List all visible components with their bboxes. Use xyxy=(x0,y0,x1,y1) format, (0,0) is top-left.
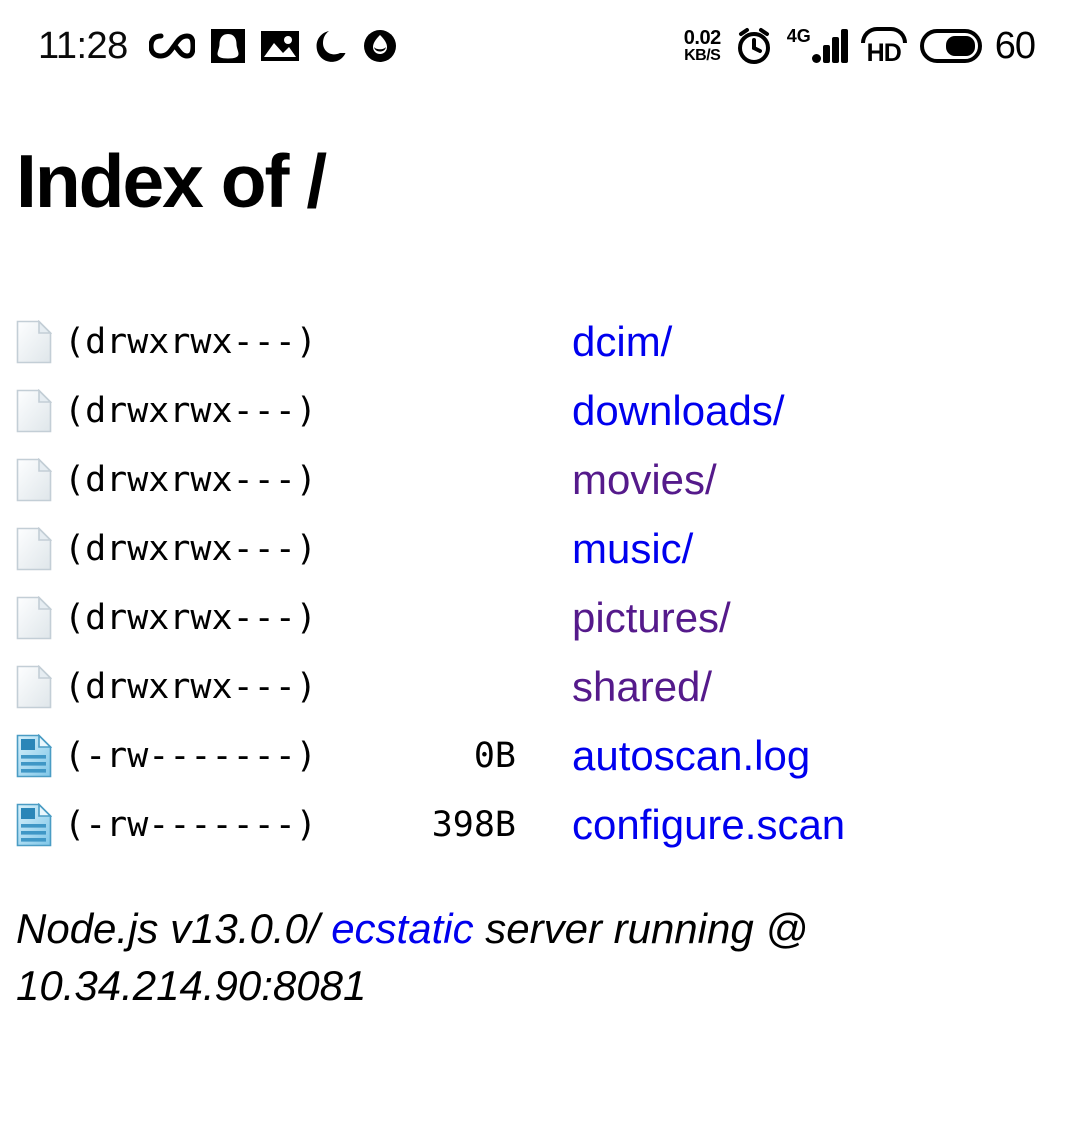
signal-bars-icon: 4G xyxy=(786,26,848,63)
network-type-label: 4G xyxy=(786,26,811,46)
screenshot-image-icon xyxy=(260,31,299,61)
do-not-disturb-moon-icon xyxy=(315,29,347,63)
file-link[interactable]: pictures/ xyxy=(572,594,731,641)
battery-fill xyxy=(945,36,975,56)
file-row: (drwxrwx---) dcim/ xyxy=(16,307,1069,376)
infinity-icon xyxy=(148,31,195,61)
file-name-cell: autoscan.log xyxy=(524,732,810,779)
file-permissions: (-rw-------) xyxy=(64,735,317,776)
file-row: (drwxrwx---) music/ xyxy=(16,514,1069,583)
file-size: 398B xyxy=(431,804,516,845)
status-clock: 11:28 xyxy=(38,24,128,67)
file-link[interactable]: music/ xyxy=(572,525,693,572)
file-row: (-rw-------) 0B autoscan.log xyxy=(16,721,1069,790)
file-name-cell: movies/ xyxy=(524,456,717,503)
network-speed-unit: KB/S xyxy=(684,47,721,64)
signal-bar-4 xyxy=(840,29,848,63)
hd-voice-icon: HD xyxy=(860,26,907,67)
alarm-clock-icon xyxy=(734,26,774,66)
qq-messenger-icon xyxy=(210,29,245,63)
file-name-cell: dcim/ xyxy=(524,318,672,365)
file-name-cell: pictures/ xyxy=(524,594,731,641)
status-bar: 11:28 0.02 KB/S 4G HD 60 xyxy=(0,0,1069,92)
signal-bar-3 xyxy=(831,37,839,63)
file-name-cell: shared/ xyxy=(524,663,712,710)
face-app-icon xyxy=(363,29,397,63)
file-row: (-rw-------) 398B configure.scan xyxy=(16,790,1069,859)
network-speed-value: 0.02 xyxy=(683,27,721,49)
file-name-cell: configure.scan xyxy=(524,801,845,848)
file-link[interactable]: movies/ xyxy=(572,456,717,503)
battery-percent-label: 60 xyxy=(994,24,1036,67)
blank-page-icon xyxy=(16,388,53,433)
directory-listing: (drwxrwx---) dcim/(drwxrwx---) downloads/(… xyxy=(0,307,1069,859)
file-row: (drwxrwx---) shared/ xyxy=(16,652,1069,721)
file-row: (drwxrwx---) movies/ xyxy=(16,445,1069,514)
signal-bar-2 xyxy=(822,45,830,63)
file-name-cell: music/ xyxy=(524,525,693,572)
server-footer: Node.js v13.0.0/ ecstatic server running… xyxy=(16,901,921,1014)
blank-page-icon xyxy=(16,595,53,640)
file-permissions: (-rw-------) xyxy=(64,804,317,845)
file-permissions: (drwxrwx---) xyxy=(64,528,317,569)
file-link[interactable]: autoscan.log xyxy=(572,732,810,779)
blank-page-icon xyxy=(16,526,53,571)
file-permissions: (drwxrwx---) xyxy=(64,390,317,431)
file-permissions: (drwxrwx---) xyxy=(64,597,317,638)
ecstatic-link[interactable]: ecstatic xyxy=(331,905,473,952)
status-bar-left-group: 11:28 xyxy=(38,25,397,68)
footer-prefix: Node.js v13.0.0/ xyxy=(16,905,332,952)
status-bar-right-group: 0.02 KB/S 4G HD 60 xyxy=(684,24,1036,68)
blank-page-icon xyxy=(16,319,53,364)
page-title: Index of / xyxy=(16,139,327,223)
battery-icon xyxy=(919,29,982,63)
file-name-cell: downloads/ xyxy=(524,387,784,434)
file-row: (drwxrwx---) downloads/ xyxy=(16,376,1069,445)
signal-bar-1 xyxy=(811,54,821,63)
network-speed-indicator: 0.02 KB/S xyxy=(684,28,721,64)
text-document-icon xyxy=(16,733,53,778)
file-link[interactable]: configure.scan xyxy=(572,801,845,848)
file-permissions: (drwxrwx---) xyxy=(64,459,317,500)
file-link[interactable]: downloads/ xyxy=(572,387,784,434)
file-link[interactable]: shared/ xyxy=(572,663,712,710)
file-permissions: (drwxrwx---) xyxy=(64,321,317,362)
blank-page-icon xyxy=(16,664,53,709)
blank-page-icon xyxy=(16,457,53,502)
text-document-icon xyxy=(16,802,53,847)
hd-label: HD xyxy=(866,38,902,67)
file-row: (drwxrwx---) pictures/ xyxy=(16,583,1069,652)
file-permissions: (drwxrwx---) xyxy=(64,666,317,707)
file-size: 0B xyxy=(473,735,516,776)
file-link[interactable]: dcim/ xyxy=(572,318,672,365)
